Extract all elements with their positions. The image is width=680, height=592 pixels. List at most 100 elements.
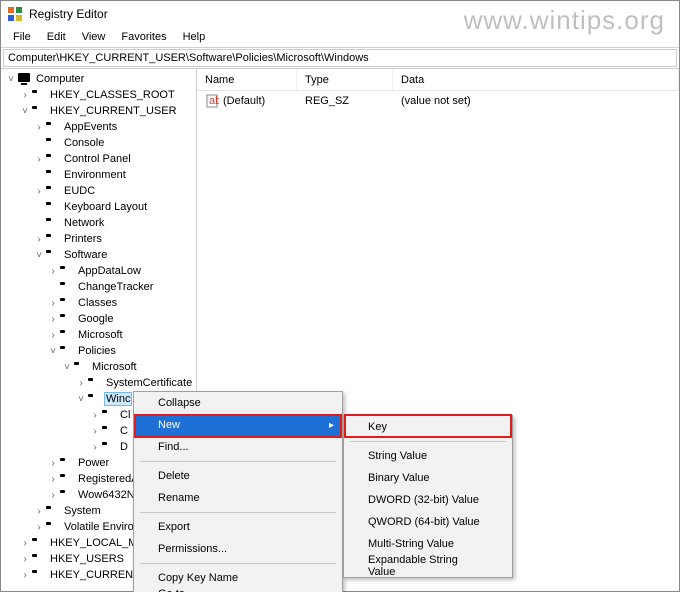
tree-item-google[interactable]: › Google — [1, 311, 196, 327]
ctx-item-permissions-[interactable]: Permissions... — [134, 538, 342, 560]
list-row[interactable]: ab(Default)REG_SZ(value not set) — [197, 91, 679, 111]
col-name[interactable]: Name — [197, 69, 297, 90]
expand-toggle[interactable]: › — [19, 90, 31, 101]
tree-item-printers[interactable]: › Printers — [1, 231, 196, 247]
tree-label: Software — [62, 249, 109, 261]
menu-item-label: QWORD (64-bit) Value — [368, 516, 480, 528]
tree-item-console[interactable]: Console — [1, 135, 196, 151]
ctx-new-item-qword-64-bit-value[interactable]: QWORD (64-bit) Value — [344, 511, 512, 533]
tree-item-hkey-classes-root[interactable]: ›HKEY_CLASSES_ROOT — [1, 87, 196, 103]
ctx-new-item-string-value[interactable]: String Value — [344, 445, 512, 467]
ctx-item-delete[interactable]: Delete — [134, 465, 342, 487]
ctx-item-copy-key-name[interactable]: Copy Key Name — [134, 567, 342, 589]
ctx-item-new[interactable]: New▸ — [134, 414, 342, 436]
menu-file[interactable]: File — [5, 29, 39, 45]
expand-toggle[interactable]: › — [75, 378, 87, 389]
expand-toggle[interactable]: ˅ — [47, 346, 59, 357]
ctx-item-collapse[interactable]: Collapse — [134, 392, 342, 414]
menu-item-label: DWORD (32-bit) Value — [368, 494, 479, 506]
tree-item-appevents[interactable]: ›AppEvents — [1, 119, 196, 135]
expand-toggle[interactable]: › — [33, 122, 45, 133]
expand-toggle[interactable]: › — [47, 490, 59, 501]
tree-item-computer[interactable]: ˅ Computer — [1, 71, 196, 87]
context-submenu-new[interactable]: Key String ValueBinary Value DWORD (32-bit… — [343, 415, 513, 578]
expand-toggle[interactable]: › — [89, 442, 101, 453]
address-input[interactable] — [3, 49, 677, 67]
tree-label: Winc — [104, 392, 132, 406]
expand-toggle[interactable]: ˅ — [75, 394, 87, 405]
expand-toggle[interactable]: › — [33, 506, 45, 517]
expand-toggle[interactable]: › — [33, 186, 45, 197]
col-data[interactable]: Data — [393, 69, 679, 90]
menu-separator — [140, 563, 336, 564]
menu-item-label: Collapse — [158, 397, 201, 409]
expand-toggle[interactable]: › — [47, 266, 59, 277]
ctx-item-export[interactable]: Export — [134, 516, 342, 538]
menu-item-label: Find... — [158, 441, 189, 453]
tree-item-changetracker[interactable]: ChangeTracker — [1, 279, 196, 295]
tree-label: Computer — [34, 73, 86, 85]
ctx-new-item-key[interactable]: Key — [344, 416, 512, 438]
tree-item-appdatalow[interactable]: ›AppDataLow — [1, 263, 196, 279]
expand-toggle[interactable]: › — [19, 554, 31, 565]
ctx-item-find-[interactable]: Find... — [134, 436, 342, 458]
value-name: ab(Default) — [205, 94, 305, 108]
menu-separator — [140, 461, 336, 462]
expand-toggle[interactable]: › — [47, 330, 59, 341]
tree-item-software[interactable]: ˅ Software — [1, 247, 196, 263]
title-bar: Registry Editor — [1, 1, 679, 27]
ctx-new-item-expandable-string-value[interactable]: Expandable String Value — [344, 555, 512, 577]
expand-toggle[interactable]: › — [33, 522, 45, 533]
ctx-new-item-binary-value[interactable]: Binary Value — [344, 467, 512, 489]
tree-label: Microsoft — [76, 329, 125, 341]
tree-item-hkey-current-user[interactable]: ˅ HKEY_CURRENT_USER — [1, 103, 196, 119]
expand-toggle[interactable]: › — [47, 458, 59, 469]
expand-toggle[interactable]: › — [19, 570, 31, 581]
tree-label: Wow6432N — [76, 489, 137, 501]
expand-toggle[interactable]: › — [47, 298, 59, 309]
tree-label: Keyboard Layout — [62, 201, 149, 213]
ctx-new-item-multi-string-value[interactable]: Multi-String Value — [344, 533, 512, 555]
menu-help[interactable]: Help — [175, 29, 214, 45]
tree-item-microsoft[interactable]: › Microsoft — [1, 327, 196, 343]
tree-label: Control Panel — [62, 153, 133, 165]
tree-item-keyboard-layout[interactable]: Keyboard Layout — [1, 199, 196, 215]
expand-toggle[interactable]: › — [33, 234, 45, 245]
address-bar — [1, 47, 679, 69]
context-menu[interactable]: Collapse New▸ Find... DeleteRename Export Per… — [133, 391, 343, 592]
tree-item-policies[interactable]: ˅Policies — [1, 343, 196, 359]
tree-item-microsoft[interactable]: ˅Microsoft — [1, 359, 196, 375]
col-type[interactable]: Type — [297, 69, 393, 90]
tree-label: Environment — [62, 169, 128, 181]
expand-toggle[interactable]: ˅ — [5, 74, 17, 85]
tree-item-control-panel[interactable]: › Control Panel — [1, 151, 196, 167]
expand-toggle[interactable]: ˅ — [19, 106, 31, 117]
tree-label: HKEY_CURRENT_USER — [48, 105, 179, 117]
ctx-new-item-dword-32-bit-value[interactable]: DWORD (32-bit) Value — [344, 489, 512, 511]
tree-item-systemcertificate[interactable]: ›SystemCertificate — [1, 375, 196, 391]
menu-item-label: Copy Key Name — [158, 572, 238, 584]
tree-label: Google — [76, 313, 115, 325]
menu-item-label: Permissions... — [158, 543, 227, 555]
menu-view[interactable]: View — [74, 29, 114, 45]
registry-editor-window: www.wintips.org Registry Editor FileEdit… — [0, 0, 680, 592]
expand-toggle[interactable]: › — [47, 314, 59, 325]
expand-toggle[interactable]: › — [47, 474, 59, 485]
tree-item-network[interactable]: Network — [1, 215, 196, 231]
expand-toggle[interactable]: › — [33, 154, 45, 165]
expand-toggle[interactable]: ˅ — [33, 250, 45, 261]
ctx-item-rename[interactable]: Rename — [134, 487, 342, 509]
tree-label: Printers — [62, 233, 104, 245]
expand-toggle[interactable]: › — [89, 426, 101, 437]
expand-toggle[interactable]: › — [19, 538, 31, 549]
tree-item-classes[interactable]: ›Classes — [1, 295, 196, 311]
expand-toggle[interactable]: ˅ — [61, 362, 73, 373]
tree-label: ChangeTracker — [76, 281, 155, 293]
menu-favorites[interactable]: Favorites — [113, 29, 174, 45]
expand-toggle[interactable]: › — [89, 410, 101, 421]
tree-item-environment[interactable]: Environment — [1, 167, 196, 183]
tree-label: Cl — [118, 409, 132, 421]
menu-edit[interactable]: Edit — [39, 29, 74, 45]
tree-item-eudc[interactable]: ›EUDC — [1, 183, 196, 199]
menu-item-label: Go to HKEY_LOCAL_MACHINE — [158, 588, 314, 592]
